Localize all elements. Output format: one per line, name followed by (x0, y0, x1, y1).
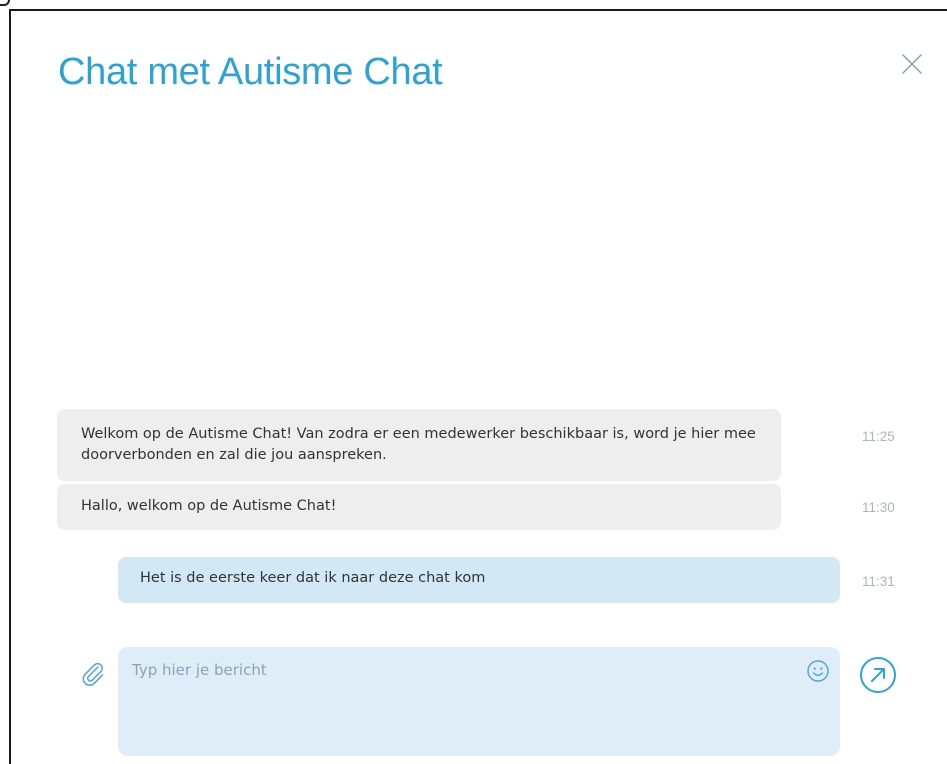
message-composer (118, 647, 840, 756)
close-icon (902, 54, 922, 74)
close-button[interactable] (899, 51, 925, 77)
send-arrow-icon (860, 657, 896, 693)
message-bubble-incoming: Hallo, welkom op de Autisme Chat! (57, 484, 781, 530)
message-text: Het is de eerste keer dat ik naar deze c… (140, 570, 486, 586)
chat-dialog: Chat met Autisme Chat Welkom op de Autis… (9, 9, 947, 764)
emoji-button[interactable] (806, 659, 830, 683)
dialog-title: Chat met Autisme Chat (58, 51, 443, 93)
paperclip-icon (82, 662, 104, 686)
message-timestamp: 11:30 (862, 500, 895, 515)
attach-file-button[interactable] (79, 660, 107, 688)
message-bubble-outgoing: Het is de eerste keer dat ik naar deze c… (118, 557, 840, 603)
smiley-icon (807, 660, 829, 682)
message-timestamp: 11:25 (862, 429, 895, 444)
message-text: Hallo, welkom op de Autisme Chat! (81, 498, 337, 514)
message-timestamp: 11:31 (862, 574, 895, 589)
message-bubble-incoming: Welkom op de Autisme Chat! Van zodra er … (57, 409, 781, 481)
message-text: Welkom op de Autisme Chat! Van zodra er … (81, 426, 756, 463)
message-input[interactable] (132, 661, 792, 743)
window-corner (0, 0, 10, 6)
send-button[interactable] (859, 656, 897, 694)
